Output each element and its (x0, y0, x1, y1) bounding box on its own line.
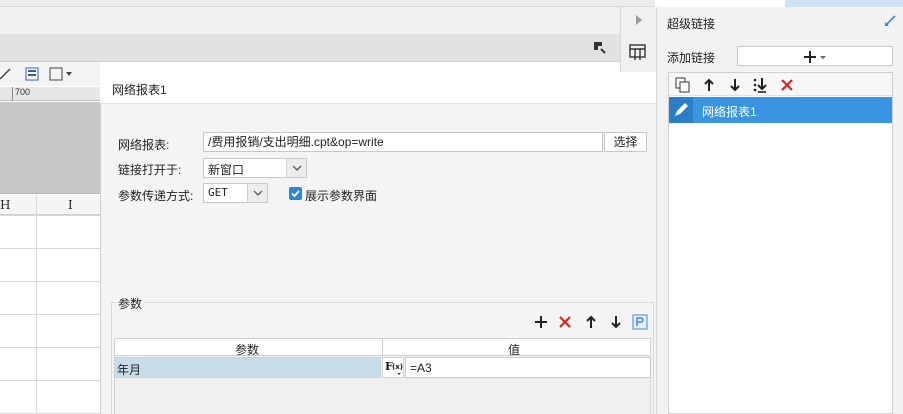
delete-link-icon[interactable] (779, 77, 795, 93)
param-method-value: GET (208, 186, 228, 199)
show-param-ui-checkbox[interactable] (289, 187, 302, 200)
column-header-i[interactable]: I (68, 198, 73, 212)
params-table-header: 参数 值 (114, 338, 651, 357)
formula-button[interactable]: F (x) (382, 357, 404, 378)
formula-icon: F (x) (385, 360, 403, 375)
param-method-label: 参数传递方式: (118, 189, 194, 203)
cell-style-icon[interactable] (25, 67, 39, 81)
param-value-input[interactable]: =A3 (405, 357, 651, 378)
add-icon (804, 51, 826, 63)
add-link-label: 添加链接 (667, 51, 716, 65)
sheet-grid[interactable] (0, 215, 100, 414)
panel-title: 超级链接 (667, 17, 716, 31)
editor-tools-row (0, 62, 100, 86)
move-down-icon[interactable] (727, 77, 743, 93)
dialog-tab-title: 网络报表1 (112, 83, 167, 97)
link-item-label: 网络报表1 (702, 105, 757, 119)
copy-icon[interactable] (675, 77, 691, 93)
params-group-title: 参数 (116, 295, 145, 312)
report-path-input[interactable]: /费用报销/支出明细.cpt&op=write (203, 132, 603, 152)
svg-text:(x): (x) (392, 363, 403, 371)
param-p-icon[interactable] (632, 314, 648, 330)
grid-column-divider (36, 195, 37, 414)
check-icon (291, 190, 300, 198)
editor-header (0, 7, 620, 34)
param-method-select[interactable]: GET (203, 183, 268, 203)
column-header-value: 值 (508, 343, 521, 357)
move-bottom-icon[interactable] (752, 77, 768, 93)
params-table-body (114, 378, 651, 414)
move-up-icon[interactable] (701, 77, 717, 93)
param-name-cell[interactable]: 年月 (114, 357, 381, 378)
add-link-button[interactable] (737, 46, 893, 66)
move-up-icon[interactable] (583, 314, 599, 330)
column-header-param: 参数 (235, 343, 260, 357)
ruler: 700 (0, 87, 100, 101)
open-in-select[interactable]: 新窗口 (203, 158, 307, 178)
window-title-strip (0, 0, 655, 7)
link-list-item[interactable]: 网络报表1 (669, 97, 892, 123)
column-headers: H I (0, 195, 100, 215)
preview-button-clipped[interactable] (785, 0, 903, 7)
dialog-tab[interactable]: 网络报表1 (100, 72, 656, 104)
report-label: 网络报表: (118, 138, 170, 152)
edit-pencil-icon[interactable] (669, 97, 693, 123)
expand-arrow-icon[interactable] (635, 15, 643, 25)
pin-icon[interactable] (884, 15, 896, 27)
widget-panel-icon[interactable] (629, 43, 647, 61)
chevron-down-icon[interactable] (247, 184, 267, 202)
open-in-value: 新窗口 (208, 163, 245, 177)
line-tool-icon[interactable] (0, 67, 14, 81)
choose-button[interactable]: 选择 (604, 132, 647, 152)
open-in-label: 链接打开于: (118, 163, 182, 177)
border-tool-icon[interactable] (49, 67, 73, 81)
move-down-icon[interactable] (608, 314, 624, 330)
report-canvas (0, 102, 100, 194)
ruler-tick: 700 (12, 87, 30, 101)
show-param-ui-label[interactable]: 展示参数界面 (305, 187, 377, 204)
column-header-h[interactable]: H (0, 198, 10, 212)
add-param-icon[interactable] (533, 314, 549, 330)
link-list (668, 72, 893, 414)
delete-param-icon[interactable] (557, 314, 573, 330)
header-divider (382, 339, 383, 355)
chevron-down-icon[interactable] (286, 159, 306, 177)
editor-toolbar (0, 34, 620, 62)
toolbar-format-icon[interactable] (592, 40, 606, 54)
